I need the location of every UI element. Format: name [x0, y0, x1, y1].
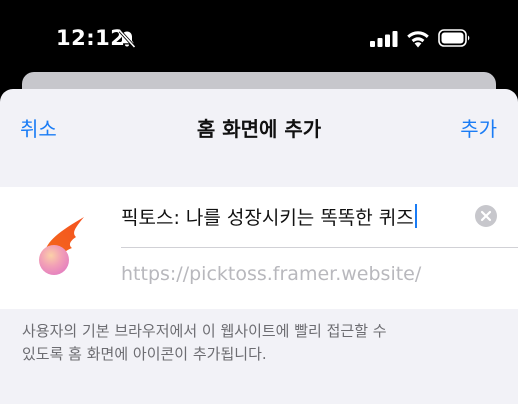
clear-text-icon[interactable]: [475, 205, 497, 227]
status-time: 12:12: [56, 26, 126, 50]
field-divider: [121, 247, 518, 248]
wifi-icon: [407, 31, 429, 48]
sheet-title: 홈 화면에 추가: [196, 117, 322, 141]
app-url: https://picktoss.framer.website/: [121, 263, 422, 285]
app-name-value: 픽토스: 나를 성장시키는 똑똑한 퀴즈: [121, 207, 414, 229]
description-line-1: 사용자의 기본 브라우저에서 이 웹사이트에 빨리 접근할 수: [22, 322, 387, 340]
description-line-2: 있도록 홈 화면에 아이콘이 추가됩니다.: [22, 345, 267, 363]
text-caret: [414, 204, 417, 228]
app-name-input[interactable]: 픽토스: 나를 성장시키는 똑똑한 퀴즈: [121, 203, 461, 231]
battery-icon: [438, 29, 470, 47]
add-button[interactable]: 추가: [460, 113, 497, 142]
app-info-card: 픽토스: 나를 성장시키는 똑똑한 퀴즈 https://picktoss.fr…: [0, 187, 518, 309]
bell-slash-icon: [118, 29, 136, 49]
add-to-home-description: 사용자의 기본 브라우저에서 이 웹사이트에 빨리 접근할 수 있도록 홈 화면…: [22, 320, 498, 366]
cellular-signal-icon: [370, 31, 398, 47]
fire-ball-icon: [39, 217, 84, 275]
cancel-button[interactable]: 취소: [20, 113, 57, 142]
add-to-home-sheet: 홈 화면에 추가 취소 추가 픽토스: 나를 성장시키는 똑똑한 퀴즈 http…: [0, 89, 518, 404]
status-bar: 12:12: [0, 0, 518, 80]
